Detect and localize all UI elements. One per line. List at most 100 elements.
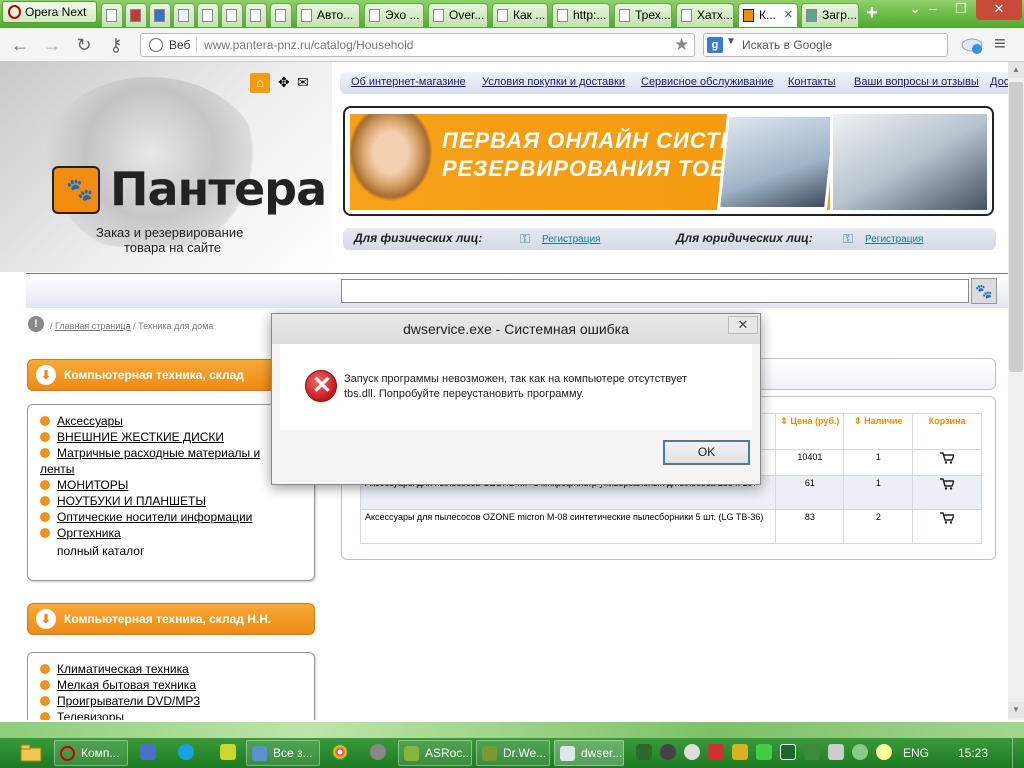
- chrome-icon[interactable]: [332, 744, 348, 760]
- tab[interactable]: Трех...: [614, 3, 672, 27]
- help-icon[interactable]: !: [28, 316, 44, 332]
- list-item[interactable]: Проигрыватели DVD/MP3: [40, 693, 306, 709]
- volume-icon[interactable]: [828, 744, 844, 760]
- tab[interactable]: Авто...: [296, 3, 360, 27]
- minimize-button[interactable]: –: [918, 0, 948, 20]
- taskbar-app-drweb[interactable]: Dr.We...: [476, 740, 550, 766]
- category-link[interactable]: ВНЕШНИЕ ЖЕСТКИЕ ДИСКИ: [57, 430, 224, 444]
- taskbar-app-opera[interactable]: Комп...: [54, 740, 128, 766]
- sitemap-icon[interactable]: ✥: [278, 74, 290, 91]
- app-icon[interactable]: [732, 744, 748, 760]
- app-icon[interactable]: [220, 744, 236, 760]
- add-to-cart-icon[interactable]: [912, 475, 982, 510]
- category-link[interactable]: Проигрыватели DVD/MP3: [57, 694, 200, 708]
- product-name[interactable]: Аксессуары для пылесосов OZONE micron M-…: [359, 509, 777, 544]
- url-text[interactable]: www.pantera-pnz.ru/catalog/Household: [204, 38, 413, 52]
- browser-menu-icon[interactable]: ≡: [994, 34, 1014, 56]
- column-header-price[interactable]: ⇕ Цена (руб.): [775, 413, 845, 450]
- sun-icon[interactable]: [876, 744, 892, 760]
- taskbar-app-all[interactable]: Все з...: [246, 740, 320, 766]
- scroll-thumb[interactable]: [1009, 82, 1023, 372]
- taskbar-app-asrock[interactable]: ASRoc...: [398, 740, 472, 766]
- google-icon[interactable]: g: [707, 37, 723, 53]
- vertical-scrollbar[interactable]: ▲ ▼: [1008, 62, 1024, 720]
- logo-text[interactable]: Пантера: [110, 162, 327, 216]
- tab[interactable]: [125, 3, 147, 27]
- breadcrumb-home-link[interactable]: Главная страница: [55, 321, 131, 331]
- tab[interactable]: [173, 3, 195, 27]
- tab-active[interactable]: К... ✕: [738, 3, 798, 27]
- chevron-down-icon[interactable]: ▼: [726, 36, 736, 47]
- category-link[interactable]: Матричные расходные материалы и: [57, 446, 260, 460]
- list-item[interactable]: Матричные расходные материалы и: [40, 445, 306, 461]
- network-icon[interactable]: [804, 744, 820, 760]
- tab[interactable]: [270, 3, 292, 27]
- column-header-stock[interactable]: ⇕ Наличие: [843, 413, 914, 450]
- category-link[interactable]: Мелкая бытовая техника: [57, 678, 196, 692]
- add-to-cart-icon[interactable]: [912, 449, 982, 476]
- back-icon[interactable]: ←: [10, 35, 30, 55]
- logo-icon[interactable]: 🐾: [52, 166, 100, 214]
- category-link[interactable]: Оптические носители информации: [57, 510, 252, 524]
- tab[interactable]: [149, 3, 171, 27]
- close-window-button[interactable]: ✕: [976, 0, 1022, 20]
- tab[interactable]: Загр...: [801, 3, 859, 27]
- tab[interactable]: Как ...: [492, 3, 548, 27]
- category-link[interactable]: НОУТБУКИ И ПЛАНШЕТЫ: [57, 494, 206, 508]
- new-tab-button[interactable]: +: [860, 3, 884, 24]
- nav-link-about[interactable]: Об интернет-магазине: [351, 72, 466, 92]
- list-item[interactable]: Мелкая бытовая техника: [40, 677, 306, 693]
- nav-link-questions[interactable]: Ваши вопросы и отзывы: [854, 72, 979, 92]
- app-icon[interactable]: [660, 744, 676, 760]
- mail-icon[interactable]: ✉: [297, 74, 309, 91]
- nav-link-more[interactable]: Дос: [990, 72, 1008, 92]
- home-icon[interactable]: ⌂: [250, 73, 270, 93]
- list-item[interactable]: НОУТБУКИ И ПЛАНШЕТЫ: [40, 493, 306, 509]
- ok-button[interactable]: OK: [663, 440, 750, 465]
- table-row[interactable]: Аксессуары для пылесосов OZONE micron M-…: [359, 509, 982, 544]
- app-icon[interactable]: [780, 744, 796, 760]
- checkmark-icon[interactable]: [756, 744, 772, 760]
- nav-link-service[interactable]: Сервисное обслуживание: [641, 72, 774, 92]
- clock[interactable]: 15:23: [958, 746, 988, 760]
- list-item[interactable]: Аксессуары: [40, 413, 306, 429]
- add-to-cart-icon[interactable]: [912, 509, 982, 544]
- maximize-button[interactable]: ❐: [946, 0, 976, 20]
- folder-icon[interactable]: [20, 743, 42, 763]
- list-item[interactable]: Телевизоры: [40, 709, 306, 720]
- nav-link-contacts[interactable]: Контакты: [788, 72, 836, 92]
- tab[interactable]: Эхо ...: [364, 3, 424, 27]
- category-link[interactable]: Оргтехника: [57, 526, 121, 540]
- tab[interactable]: [221, 3, 243, 27]
- list-item[interactable]: Оргтехника: [40, 525, 306, 541]
- register-individual-link[interactable]: Регистрация: [542, 229, 600, 250]
- opera-menu-button[interactable]: Opera Next: [2, 1, 97, 23]
- list-item[interactable]: ленты: [40, 461, 306, 477]
- floppy-icon[interactable]: [140, 744, 156, 760]
- register-company-link[interactable]: Регистрация: [865, 229, 923, 250]
- list-item[interactable]: Климатическая техника: [40, 661, 306, 677]
- tab[interactable]: [101, 3, 123, 27]
- tab[interactable]: [197, 3, 219, 27]
- category-link[interactable]: Климатическая техника: [57, 662, 189, 676]
- football-icon[interactable]: [684, 744, 700, 760]
- dialog-close-button[interactable]: ✕: [728, 316, 758, 334]
- key-icon[interactable]: ⚷: [106, 35, 126, 55]
- category-link[interactable]: ленты: [40, 462, 74, 476]
- category-link[interactable]: Аксессуары: [57, 414, 123, 428]
- weather-icon[interactable]: [960, 34, 984, 56]
- full-catalog-link[interactable]: полный каталог: [40, 541, 306, 561]
- bookmark-star-icon[interactable]: ★: [674, 35, 689, 55]
- taskbar-app-dwservice[interactable]: dwser...: [554, 740, 624, 766]
- web-search-field[interactable]: g ▼ Искать в Google: [703, 33, 948, 57]
- tab[interactable]: [245, 3, 267, 27]
- language-indicator[interactable]: ENG: [903, 746, 929, 760]
- category-link[interactable]: Телевизоры: [57, 710, 124, 720]
- skype-icon[interactable]: [178, 744, 194, 760]
- tab[interactable]: http:...: [552, 3, 610, 27]
- category-header[interactable]: ⬇ Компьютерная техника, склад Н.Н.: [27, 603, 315, 635]
- scroll-down-icon[interactable]: ▼: [1008, 702, 1024, 718]
- app-icon[interactable]: [370, 744, 386, 760]
- site-search-input[interactable]: [341, 279, 969, 303]
- list-item[interactable]: МОНИТОРЫ: [40, 477, 306, 493]
